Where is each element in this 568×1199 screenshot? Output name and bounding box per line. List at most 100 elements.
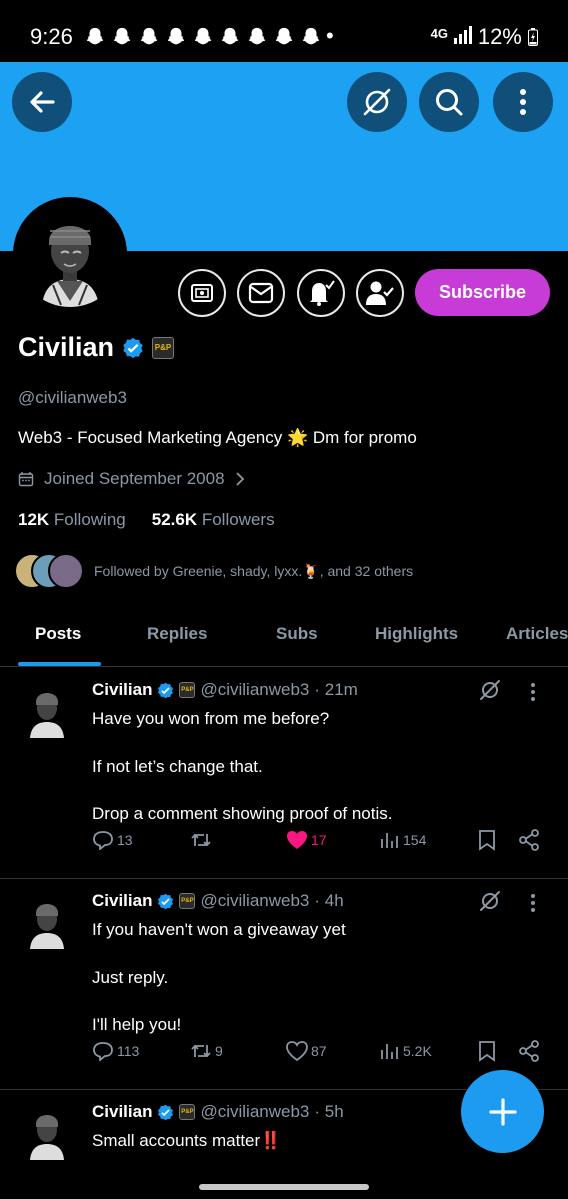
followed-by-row[interactable]: Followed by Greenie, shady, lyxx.🍹, and …: [14, 553, 413, 589]
post-more-icon[interactable]: [530, 893, 536, 913]
post-text-line: Small accounts matter‼️: [92, 1131, 282, 1150]
affiliate-badge: P&P: [179, 893, 196, 909]
tab-articles[interactable]: Articles: [506, 624, 568, 644]
person-check-icon: [366, 281, 394, 305]
bookmark-icon: [479, 1041, 495, 1062]
snapchat-icon: [221, 27, 239, 45]
share-icon: [519, 1040, 539, 1062]
post-more-icon[interactable]: [530, 682, 536, 702]
back-button[interactable]: [12, 72, 72, 132]
joined-date-row[interactable]: Joined September 2008: [18, 469, 245, 489]
tab-subs[interactable]: Subs: [276, 624, 318, 644]
post-author-name[interactable]: Civilian: [92, 1102, 152, 1122]
notification-icons: [84, 26, 322, 48]
reply-button[interactable]: 13: [92, 830, 133, 850]
grok-icon[interactable]: [478, 889, 502, 913]
battery-charging-icon: [528, 28, 538, 46]
vertical-dots-icon: [520, 89, 526, 115]
affiliate-badge[interactable]: P&P: [152, 336, 175, 359]
snapchat-icon: [86, 27, 104, 45]
following-button[interactable]: [356, 269, 404, 317]
reply-icon: [93, 1042, 113, 1061]
verified-badge-icon: [158, 1104, 174, 1120]
followers-link[interactable]: 52.6K Followers: [152, 510, 275, 530]
snapchat-icon: [140, 27, 158, 45]
post-text-line: If not let’s change that.: [92, 757, 263, 776]
followed-by-text: Followed by Greenie, shady, lyxx.🍹, and …: [94, 562, 414, 579]
search-icon: [436, 89, 463, 116]
profile-name: Civilian: [18, 332, 115, 362]
share-icon: [519, 829, 539, 851]
verified-badge-icon: [158, 893, 174, 909]
tab-replies[interactable]: Replies: [147, 624, 207, 644]
verified-badge-icon: [158, 682, 174, 698]
plus-icon: [488, 1097, 517, 1126]
reply-button[interactable]: 113: [92, 1041, 139, 1061]
post-header: Civilian P&P @civilianweb3 · 21m: [92, 680, 358, 700]
post-time: · 5h: [314, 1102, 344, 1121]
network-type: 4G: [430, 26, 448, 41]
status-bar: 9:26 • 4G 12%: [0, 0, 568, 62]
search-button[interactable]: [419, 72, 479, 132]
repost-button[interactable]: 9: [190, 1042, 223, 1060]
views-chart-icon: [381, 1044, 398, 1059]
post-author-handle: @civilianweb3: [200, 891, 310, 910]
views-button[interactable]: 5.2K: [380, 1042, 432, 1060]
calendar-icon: [18, 472, 34, 487]
reply-count: 13: [117, 832, 133, 848]
tab-highlights[interactable]: Highlights: [375, 624, 458, 644]
grok-icon[interactable]: [478, 678, 502, 702]
post-time: · 21m: [314, 680, 358, 699]
compose-post-button[interactable]: [461, 1070, 544, 1153]
views-count: 5.2K: [403, 1043, 432, 1059]
views-button[interactable]: 154: [380, 831, 426, 849]
notifications-button[interactable]: [297, 269, 345, 317]
post-avatar[interactable]: [22, 682, 72, 738]
tab-posts[interactable]: Posts: [35, 624, 81, 644]
post-time: · 4h: [314, 891, 344, 910]
post-header: Civilian P&P @civilianweb3 · 4h: [92, 891, 344, 911]
profile-avatar[interactable]: [13, 197, 127, 311]
post-item[interactable]: Civilian P&P @civilianweb3 · 21m Have yo…: [0, 668, 568, 879]
follow-stats: 12K Following 52.6K Followers: [18, 510, 275, 530]
money-icon: [191, 284, 213, 302]
heart-icon: [286, 1041, 308, 1061]
like-button[interactable]: 17: [286, 830, 327, 850]
message-button[interactable]: [237, 269, 285, 317]
post-author-name[interactable]: Civilian: [92, 680, 152, 700]
joined-date: Joined September 2008: [44, 469, 225, 488]
post-author-name[interactable]: Civilian: [92, 891, 152, 911]
like-count: 17: [311, 832, 327, 848]
post-text-line: I'll help you!: [92, 1015, 182, 1034]
following-link[interactable]: 12K Following: [18, 510, 126, 530]
views-chart-icon: [381, 833, 398, 848]
grok-button[interactable]: [347, 72, 407, 132]
reply-count: 113: [117, 1043, 140, 1059]
battery-indicator: 12%: [478, 24, 538, 50]
repost-icon: [191, 1044, 211, 1058]
bookmark-button[interactable]: [478, 1040, 496, 1062]
payments-button[interactable]: [178, 269, 226, 317]
repost-button[interactable]: [190, 831, 215, 849]
following-count: 12K: [18, 510, 50, 529]
post-avatar[interactable]: [22, 1104, 72, 1160]
share-button[interactable]: [518, 829, 540, 851]
subscribe-button[interactable]: Subscribe: [415, 269, 550, 316]
more-options-button[interactable]: [493, 72, 553, 132]
heart-filled-icon: [287, 831, 307, 849]
post-avatar[interactable]: [22, 893, 72, 949]
arrow-left-icon: [30, 91, 55, 113]
gesture-home-bar[interactable]: [199, 1184, 369, 1190]
snapchat-icon: [113, 27, 131, 45]
like-button[interactable]: 87: [286, 1041, 327, 1061]
bookmark-button[interactable]: [478, 829, 496, 851]
profile-name-row: Civilian P&P: [18, 332, 175, 363]
following-label: Following: [53, 510, 126, 529]
profile-tabs: Posts Replies Subs Highlights Articles: [0, 612, 568, 667]
verified-badge-icon[interactable]: [122, 337, 144, 359]
bookmark-icon: [479, 830, 495, 851]
reply-icon: [93, 831, 113, 850]
more-notifications-dot: •: [326, 23, 334, 48]
share-button[interactable]: [518, 1040, 540, 1062]
post-item[interactable]: Civilian P&P @civilianweb3 · 4h If you h…: [0, 879, 568, 1090]
